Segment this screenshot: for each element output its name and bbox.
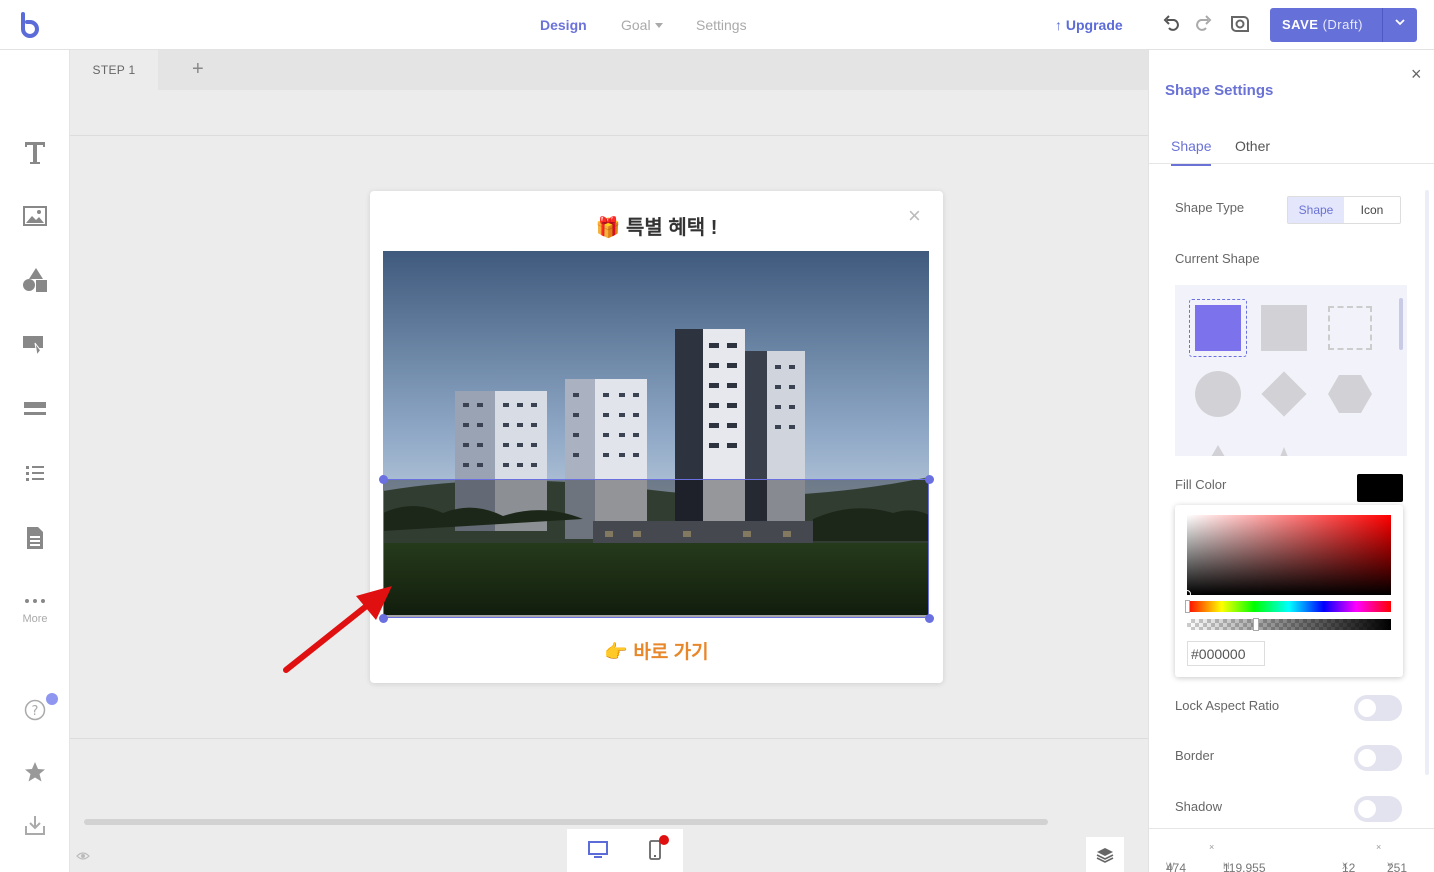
text-icon[interactable] — [22, 140, 48, 166]
undo-icon[interactable] — [1161, 13, 1183, 35]
shape-circle[interactable] — [1189, 365, 1247, 423]
redo-icon[interactable] — [1192, 13, 1214, 35]
hue-slider[interactable] — [1187, 601, 1391, 612]
notification-dot — [46, 693, 58, 705]
saturation-area[interactable] — [1187, 515, 1391, 595]
upgrade-link[interactable]: ↑ Upgrade — [1055, 17, 1123, 33]
arrow-up-icon: ↑ — [1055, 17, 1066, 33]
layers-icon — [1096, 847, 1114, 863]
svg-text:?: ? — [32, 704, 39, 719]
shape-diamond[interactable] — [1255, 365, 1313, 423]
image-icon[interactable] — [22, 203, 48, 229]
popup-title[interactable]: 🎁 특별 혜택 ! — [370, 211, 943, 240]
horizontal-scrollbar[interactable] — [84, 819, 1048, 825]
button-icon[interactable] — [22, 332, 48, 358]
save-separator — [1382, 8, 1383, 42]
border-label: Border — [1175, 748, 1215, 763]
annotation-arrow-left — [283, 586, 392, 673]
cta-link[interactable]: 👉 바로 가기 — [370, 637, 943, 664]
lock-aspect-label: Lock Aspect Ratio — [1175, 698, 1280, 713]
shadow-toggle[interactable] — [1354, 796, 1402, 822]
selected-shape[interactable] — [383, 479, 929, 618]
shape-picker — [1175, 285, 1407, 456]
resize-handle-top-left[interactable] — [379, 475, 388, 484]
height-value: 119.955 — [1223, 861, 1266, 872]
list-icon[interactable] — [22, 460, 48, 486]
shape-picker-scrollbar[interactable] — [1399, 298, 1403, 350]
panel-close-button[interactable]: × — [1411, 64, 1422, 85]
color-picker — [1175, 505, 1403, 677]
alpha-slider[interactable] — [1187, 619, 1391, 630]
left-toolbar: More ? — [0, 50, 70, 872]
dim-separator-1: × — [1209, 842, 1215, 852]
current-shape-label: Current Shape — [1175, 251, 1260, 266]
x-value: 12 — [1342, 861, 1356, 872]
eye-icon[interactable] — [76, 851, 90, 861]
dimensions-footer: W 474 × H 119.955 X 12 × Y 251 — [1149, 828, 1434, 872]
tab-shape[interactable]: Shape — [1171, 138, 1212, 166]
logo-icon[interactable] — [18, 12, 42, 38]
nav-settings-tab[interactable]: Settings — [696, 17, 747, 33]
nav-design-tab[interactable]: Design — [540, 17, 587, 33]
shape-rectangle-wide[interactable] — [1321, 431, 1379, 456]
shape-type-shape[interactable]: Shape — [1288, 197, 1344, 223]
shape-triangle[interactable] — [1189, 431, 1247, 456]
nav-goal-tab[interactable]: Goal — [621, 17, 663, 33]
alpha-thumb[interactable] — [1253, 618, 1259, 631]
saturation-thumb[interactable] — [1183, 590, 1191, 598]
layers-button[interactable] — [1086, 837, 1124, 872]
shape-type-toggle: Shape Icon — [1287, 196, 1401, 224]
canvas-guide-top — [70, 135, 1148, 136]
nav-goal-label: Goal — [621, 17, 651, 33]
popup-close-button[interactable]: × — [908, 203, 921, 229]
border-toggle[interactable] — [1354, 745, 1402, 771]
shape-square-filled[interactable] — [1189, 299, 1247, 357]
canvas-guide-bottom — [70, 738, 1148, 739]
step-bar: STEP 1 + — [70, 50, 1148, 90]
y-value: 251 — [1387, 861, 1408, 872]
desktop-icon[interactable] — [588, 841, 608, 859]
tab-other[interactable]: Other — [1235, 138, 1270, 154]
panel-title: Shape Settings — [1165, 82, 1274, 99]
document-icon[interactable] — [22, 525, 48, 551]
resize-handle-bottom-right[interactable] — [925, 614, 934, 623]
star-icon[interactable] — [22, 759, 48, 785]
fill-color-swatch[interactable] — [1357, 474, 1403, 502]
preview-icon[interactable] — [1229, 13, 1251, 35]
help-icon[interactable]: ? — [22, 697, 48, 723]
save-state: (Draft) — [1322, 17, 1363, 32]
shape-square-dashed[interactable] — [1321, 299, 1379, 357]
tab-underline — [1149, 163, 1434, 164]
save-label: SAVE — [1282, 17, 1319, 32]
more-icon[interactable] — [22, 588, 48, 614]
divider-icon[interactable] — [22, 396, 48, 422]
width-value: 474 — [1166, 861, 1187, 872]
caret-down-icon — [654, 23, 663, 28]
shape-type-icon[interactable]: Icon — [1344, 197, 1400, 223]
save-button[interactable]: SAVE (Draft) — [1270, 8, 1417, 42]
shapes-icon[interactable] — [22, 267, 48, 293]
step-tab-1[interactable]: STEP 1 — [70, 50, 158, 90]
add-step-button[interactable]: + — [192, 58, 204, 81]
dim-separator-2: × — [1376, 842, 1382, 852]
shadow-label: Shadow — [1175, 799, 1222, 814]
shape-type-label: Shape Type — [1175, 200, 1245, 215]
fill-color-label: Fill Color — [1175, 477, 1227, 492]
top-bar: Design Goal Settings ↑ Upgrade SAVE (Dra… — [0, 0, 1434, 50]
shape-settings-panel: × Shape Settings Shape Other Shape Type … — [1148, 50, 1434, 872]
upgrade-label: Upgrade — [1065, 17, 1123, 33]
mobile-notification-dot — [659, 835, 669, 845]
chevron-down-icon[interactable] — [1394, 18, 1406, 28]
lock-aspect-toggle[interactable] — [1354, 695, 1402, 721]
resize-handle-top-right[interactable] — [925, 475, 934, 484]
shape-square-grey[interactable] — [1255, 299, 1313, 357]
hex-color-input[interactable] — [1187, 641, 1265, 666]
hue-thumb[interactable] — [1185, 600, 1190, 613]
more-label: More — [22, 613, 48, 625]
panel-scrollbar[interactable] — [1425, 190, 1429, 775]
download-icon[interactable] — [22, 812, 48, 838]
shape-hexagon[interactable] — [1321, 365, 1379, 423]
shape-star[interactable] — [1255, 431, 1313, 456]
